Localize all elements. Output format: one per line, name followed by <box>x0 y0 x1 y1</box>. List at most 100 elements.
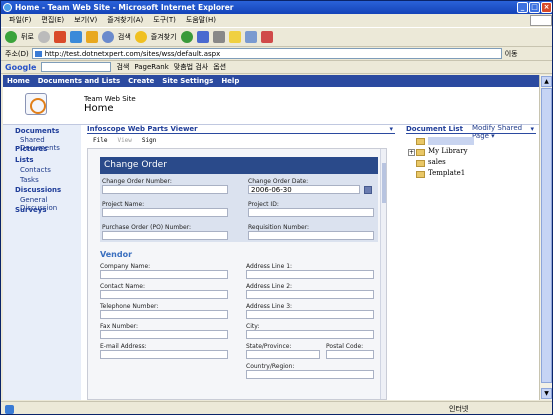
topnav-home[interactable]: Home <box>7 75 30 87</box>
form-scrollbar[interactable] <box>380 149 386 399</box>
tree-item-sales[interactable]: sales <box>428 158 446 166</box>
menu-help[interactable]: 도움말(H) <box>186 14 216 27</box>
infopath-menu: File View Sign <box>87 137 387 147</box>
postal-code-field[interactable] <box>326 350 374 359</box>
forward-icon[interactable] <box>37 31 50 43</box>
topnav-documents-lists[interactable]: Documents and Lists <box>38 75 120 87</box>
back-icon[interactable] <box>5 31 17 43</box>
nav-discussions[interactable]: Discussions <box>15 186 61 194</box>
topnav-create[interactable]: Create <box>128 75 154 87</box>
po-number-label: Purchase Order (PO) Number: <box>102 224 192 231</box>
nav-pictures[interactable]: Pictures <box>15 145 47 153</box>
webpart-title: Infoscope Web Parts Viewer ▾ <box>87 125 395 134</box>
ie-icon <box>3 3 12 12</box>
form-scroll-thumb[interactable] <box>382 163 386 203</box>
change-order-date-label: Change Order Date: <box>248 178 309 185</box>
page-title: Home <box>84 103 114 114</box>
ip-menu-view[interactable]: View <box>117 137 131 147</box>
sharepoint-top-nav: Home Documents and Lists Create Site Set… <box>3 75 539 87</box>
nav-tasks[interactable]: Tasks <box>20 176 39 184</box>
project-id-field[interactable] <box>248 208 374 217</box>
fax-field[interactable] <box>100 330 228 339</box>
go-button[interactable]: 이동 <box>505 49 518 59</box>
favorites-icon[interactable] <box>134 31 147 43</box>
search-label[interactable]: 검색 <box>118 32 131 42</box>
tree-item-root[interactable] <box>428 137 474 145</box>
phone-field[interactable] <box>100 310 228 319</box>
change-order-section: Change Order Number: Change Order Date: … <box>100 174 378 242</box>
change-order-number-field[interactable] <box>102 185 228 194</box>
site-logo-icon <box>25 93 47 115</box>
expand-icon[interactable]: + <box>408 149 415 156</box>
project-name-field[interactable] <box>102 208 228 217</box>
menu-tools[interactable]: 도구(T) <box>153 14 176 27</box>
mail-icon[interactable] <box>196 31 209 43</box>
page-scrollbar[interactable]: ▲ ▼ <box>539 75 552 400</box>
back-label[interactable]: 뒤로 <box>21 32 34 42</box>
spellcheck-button[interactable]: 맞춤법 검사 <box>174 62 208 72</box>
google-search-input[interactable] <box>41 62 112 72</box>
webpart-menu-icon[interactable]: ▾ <box>389 125 393 133</box>
research-icon[interactable] <box>244 31 257 43</box>
home-icon[interactable] <box>85 31 98 43</box>
history-icon[interactable] <box>180 31 193 43</box>
google-logo[interactable]: Google <box>5 63 36 72</box>
stop-icon[interactable] <box>53 31 66 43</box>
nav-surveys[interactable]: Surveys <box>15 206 47 214</box>
topnav-site-settings[interactable]: Site Settings <box>162 75 213 87</box>
address1-field[interactable] <box>246 270 374 279</box>
scroll-up-icon[interactable]: ▲ <box>541 76 552 87</box>
google-toolbar: Google 검색 PageRank 맞춤법 검사 옵션 <box>1 61 552 74</box>
address2-field[interactable] <box>246 290 374 299</box>
scroll-down-icon[interactable]: ▼ <box>541 388 552 399</box>
menu-edit[interactable]: 편집(E) <box>41 14 64 27</box>
change-order-number-label: Change Order Number: <box>102 178 172 185</box>
messenger-icon[interactable] <box>260 31 273 43</box>
contact-field[interactable] <box>100 290 228 299</box>
change-order-date-field[interactable]: 2006-06-30 <box>248 185 360 194</box>
minimize-button[interactable]: _ <box>517 2 528 13</box>
nav-documents[interactable]: Documents <box>15 127 59 135</box>
folder-icon <box>416 149 425 156</box>
address3-field[interactable] <box>246 310 374 319</box>
document-list-menu-icon[interactable]: ▾ <box>530 125 534 133</box>
quick-launch: Documents Shared Documents Pictures List… <box>3 125 81 400</box>
google-search-button[interactable]: 검색 <box>116 62 129 72</box>
nav-contacts[interactable]: Contacts <box>20 166 51 174</box>
state-field[interactable] <box>246 350 320 359</box>
options-button[interactable]: 옵션 <box>213 62 226 72</box>
ip-menu-sign[interactable]: Sign <box>142 137 156 147</box>
folder-icon[interactable] <box>228 31 241 43</box>
folder-icon <box>416 171 425 178</box>
city-field[interactable] <box>246 330 374 339</box>
country-field[interactable] <box>246 370 374 379</box>
tree-item-my-library[interactable]: My Library <box>428 147 468 155</box>
pagerank-indicator[interactable]: PageRank <box>134 63 168 71</box>
topnav-help[interactable]: Help <box>221 75 239 87</box>
calendar-icon[interactable] <box>364 186 372 194</box>
windows-logo-icon <box>530 15 552 26</box>
nav-lists[interactable]: Lists <box>15 156 34 164</box>
toolbar: 뒤로 검색 즐겨찾기 <box>1 27 552 47</box>
print-icon[interactable] <box>212 31 225 43</box>
refresh-icon[interactable] <box>69 31 82 43</box>
company-field[interactable] <box>100 270 228 279</box>
menu-favorites[interactable]: 즐겨찾기(A) <box>107 14 143 27</box>
vendor-heading: Vendor <box>100 250 133 259</box>
maximize-button[interactable]: □ <box>529 2 540 13</box>
tree-item-template1[interactable]: Template1 <box>428 169 465 177</box>
favorites-label[interactable]: 즐겨찾기 <box>151 32 177 42</box>
state-label: State/Province: <box>246 343 292 350</box>
document-list-title: Document List ▾ <box>406 125 536 134</box>
menu-file[interactable]: 파일(F) <box>9 14 31 27</box>
email-field[interactable] <box>100 350 228 359</box>
scroll-thumb[interactable] <box>541 88 552 383</box>
requisition-field[interactable] <box>248 231 374 240</box>
document-list-webpart: Document List ▾ + My Library sales Templ… <box>406 125 536 225</box>
ip-menu-file[interactable]: File <box>93 137 107 147</box>
menu-view[interactable]: 보기(V) <box>74 14 97 27</box>
search-icon[interactable] <box>101 31 114 43</box>
close-button[interactable]: × <box>541 2 552 13</box>
po-number-field[interactable] <box>102 231 228 240</box>
address-input[interactable]: http://test.dotnetxpert.com/sites/wss/de… <box>31 48 502 59</box>
